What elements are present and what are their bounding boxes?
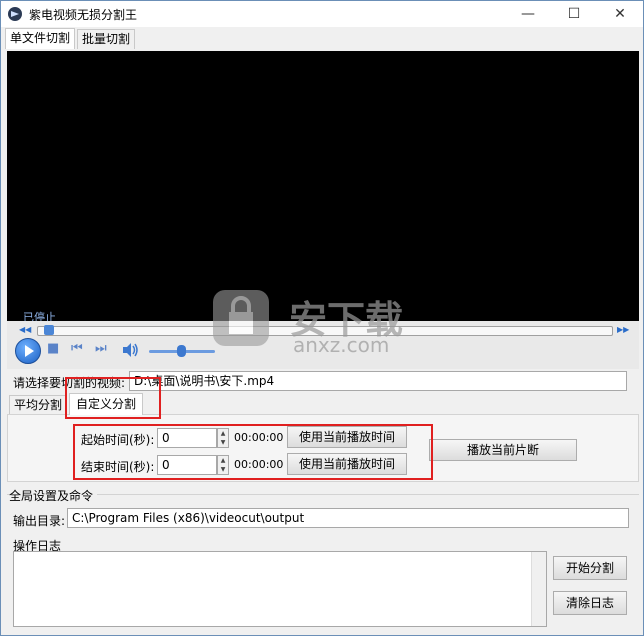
end-time-input[interactable]: 0 — [157, 455, 217, 475]
start-time-label: 起始时间(秒): — [81, 433, 155, 447]
play-segment-button[interactable]: 播放当前片断 — [429, 439, 577, 461]
tab-single-file-cut[interactable]: 单文件切割 — [5, 28, 76, 49]
previous-icon[interactable]: ⏮ — [71, 341, 83, 356]
volume-handle[interactable] — [177, 345, 186, 357]
tab-average-split[interactable]: 平均分割 — [9, 395, 68, 414]
video-path-field[interactable]: D:\桌面\说明书\安下.mp4 — [129, 371, 627, 391]
output-dir-field[interactable]: C:\Program Files (x86)\videocut\output — [67, 508, 629, 528]
start-time-stepper[interactable]: ▲ ▼ — [217, 428, 229, 448]
start-time-input[interactable]: 0 — [157, 428, 217, 448]
minimize-button[interactable]: — — [505, 1, 551, 27]
video-display[interactable] — [7, 51, 639, 321]
end-time-stepper[interactable]: ▲ ▼ — [217, 455, 229, 475]
stop-icon[interactable]: ■ — [47, 341, 59, 356]
close-button[interactable]: ✕ — [597, 1, 643, 27]
log-textarea[interactable] — [13, 551, 547, 627]
seek-forward-icon[interactable]: ▶▶ — [617, 325, 629, 334]
play-button[interactable] — [15, 338, 41, 364]
global-section-label: 全局设置及命令 — [9, 487, 98, 504]
output-dir-label: 输出目录: — [13, 514, 66, 528]
end-time-display: 00:00:00 — [234, 458, 284, 471]
global-section-divider — [7, 494, 639, 495]
use-current-time-end-button[interactable]: 使用当前播放时间 — [287, 453, 407, 475]
clear-log-button[interactable]: 清除日志 — [553, 591, 627, 615]
next-icon[interactable]: ⏭ — [95, 341, 107, 356]
window-title: 紫电视频无损分割王 — [29, 8, 138, 22]
title-bar: 紫电视频无损分割王 — ☐ ✕ — [1, 1, 643, 27]
log-scrollbar[interactable] — [531, 552, 546, 626]
video-select-label: 请选择要切割的视频: — [13, 376, 126, 390]
start-time-display: 00:00:00 — [234, 431, 284, 444]
seek-handle[interactable] — [44, 325, 54, 335]
tab-batch-cut[interactable]: 批量切割 — [77, 29, 136, 49]
seek-back-icon[interactable]: ◀◀ — [19, 325, 31, 334]
watermark-text-en: anxz.com — [293, 333, 390, 357]
volume-icon[interactable] — [121, 342, 139, 358]
start-split-button[interactable]: 开始分割 — [553, 556, 627, 580]
tab-custom-split[interactable]: 自定义分割 — [69, 393, 144, 415]
use-current-time-start-button[interactable]: 使用当前播放时间 — [287, 426, 407, 448]
app-window: 紫电视频无损分割王 — ☐ ✕ 单文件切割 批量切割 已停止 ◀◀ ▶▶ ■ ⏮… — [0, 0, 644, 636]
app-logo-icon — [8, 7, 22, 21]
end-time-label: 结束时间(秒): — [81, 460, 155, 474]
maximize-button[interactable]: ☐ — [551, 1, 597, 27]
